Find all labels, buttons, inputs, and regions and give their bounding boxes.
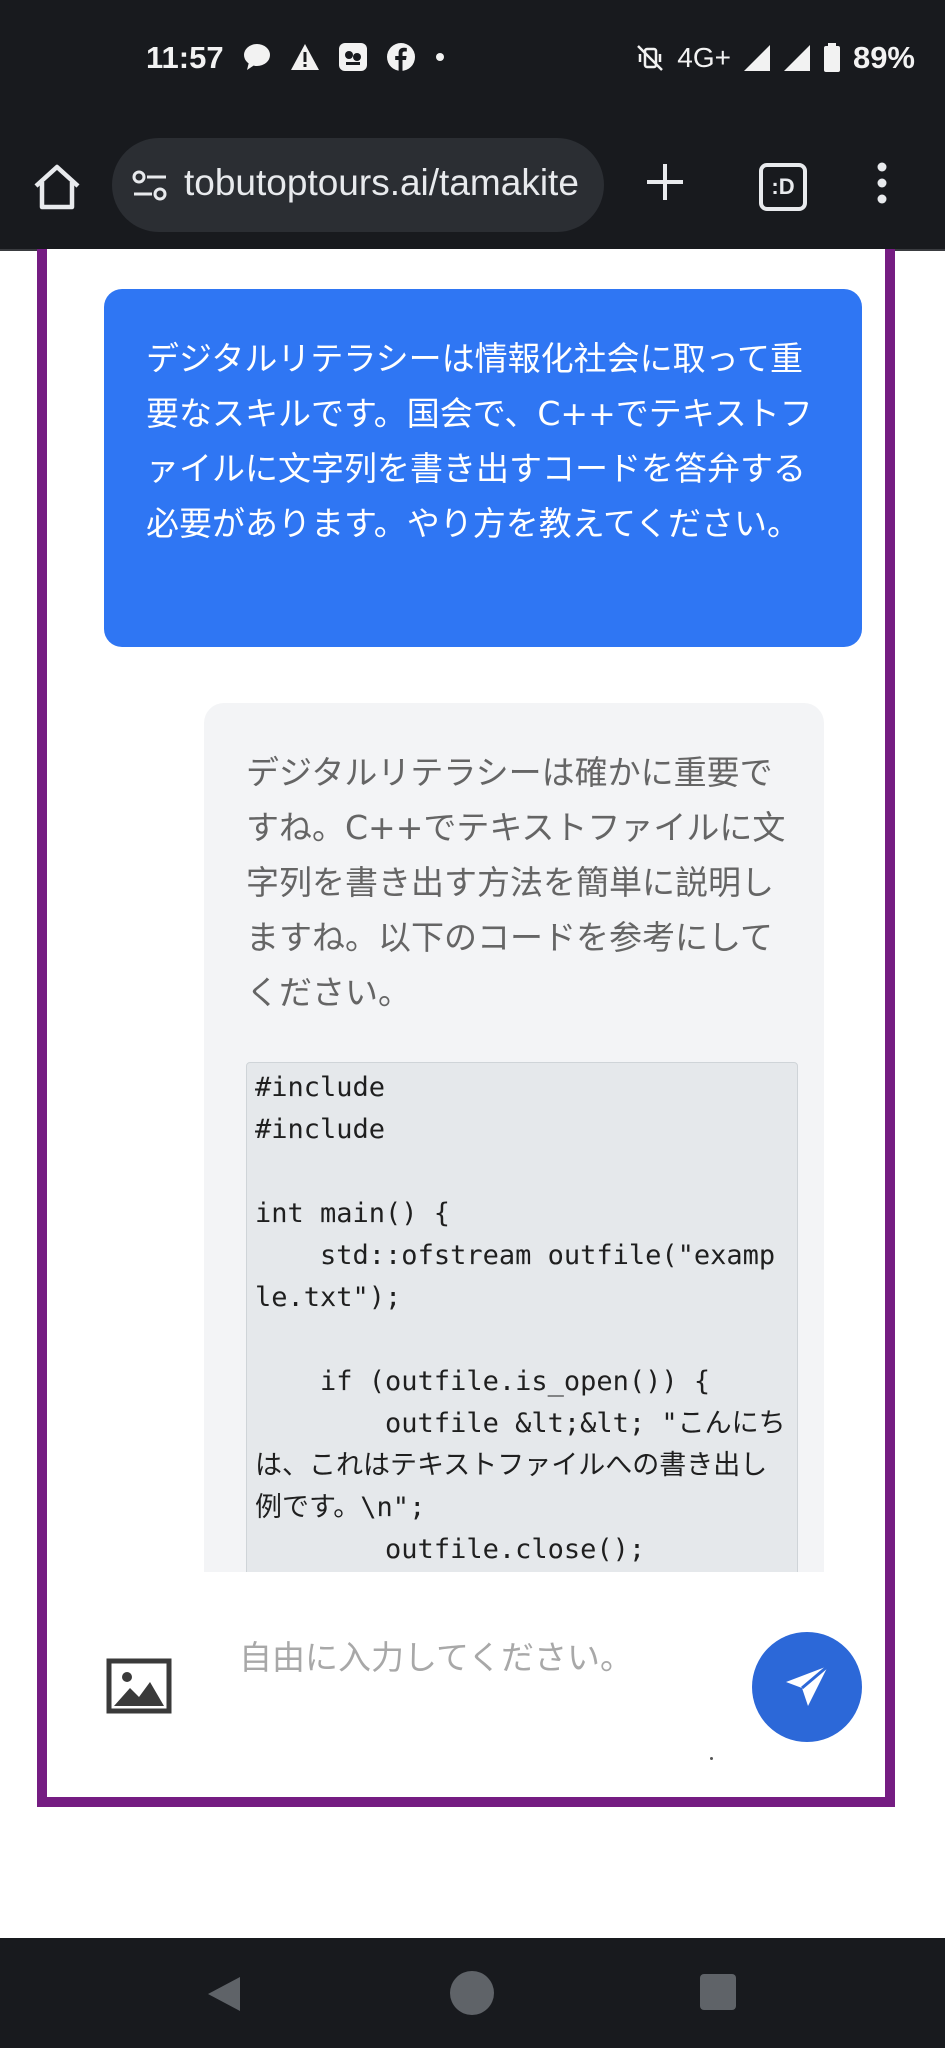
back-triangle-icon <box>208 1977 240 2011</box>
system-navigation-bar <box>0 1938 945 2048</box>
site-settings-icon[interactable] <box>130 168 170 208</box>
network-type: 4G+ <box>677 42 731 73</box>
status-right: 4G+ 89% <box>635 40 915 76</box>
home-nav-button[interactable] <box>450 1971 494 2015</box>
chat-container: デジタルリテラシーは情報化社会に取って重要なスキルです。国会で、C++でテキスト… <box>37 249 895 1807</box>
vibrate-off-icon <box>635 43 665 73</box>
message-input[interactable] <box>237 1627 661 1761</box>
new-tab-button[interactable] <box>644 161 686 207</box>
home-button[interactable] <box>30 160 84 214</box>
input-resize-dot <box>710 1757 713 1760</box>
more-vert-icon <box>877 162 887 204</box>
send-icon <box>786 1664 829 1706</box>
address-bar[interactable]: tobutoptours.ai/tamakite <box>112 138 604 232</box>
battery-icon <box>823 43 841 73</box>
warning-icon <box>290 43 320 71</box>
notification-icons <box>242 42 446 72</box>
user-message: デジタルリテラシーは情報化社会に取って重要なスキルです。国会で、C++でテキスト… <box>104 289 862 647</box>
recents-button[interactable] <box>700 1974 736 2010</box>
status-bar: 11:57 4G+ 89% <box>0 0 945 125</box>
message-composer <box>47 1572 885 1797</box>
home-icon <box>34 164 80 210</box>
app-notification-icon <box>338 42 368 72</box>
image-icon <box>106 1658 172 1714</box>
image-upload-button[interactable] <box>106 1658 172 1714</box>
back-button[interactable] <box>204 1974 244 2018</box>
battery-percent: 89% <box>852 40 915 75</box>
send-button[interactable] <box>752 1632 862 1742</box>
status-time: 11:57 <box>146 40 224 75</box>
chat-bubble-icon <box>242 42 272 72</box>
signal-icon <box>743 44 771 72</box>
browser-menu-button[interactable] <box>876 161 888 209</box>
facebook-icon <box>386 42 416 72</box>
tab-switcher-button[interactable]: :D <box>759 163 807 211</box>
dot-icon <box>434 42 446 72</box>
signal-icon <box>783 44 811 72</box>
browser-toolbar: tobutoptours.ai/tamakite :D <box>0 125 945 251</box>
url-text: tobutoptours.ai/tamakite <box>184 162 579 203</box>
plus-icon <box>647 164 683 200</box>
assistant-message-text: デジタルリテラシーは確かに重要ですね。C++でテキストファイルに文字列を書き出す… <box>246 753 786 1012</box>
